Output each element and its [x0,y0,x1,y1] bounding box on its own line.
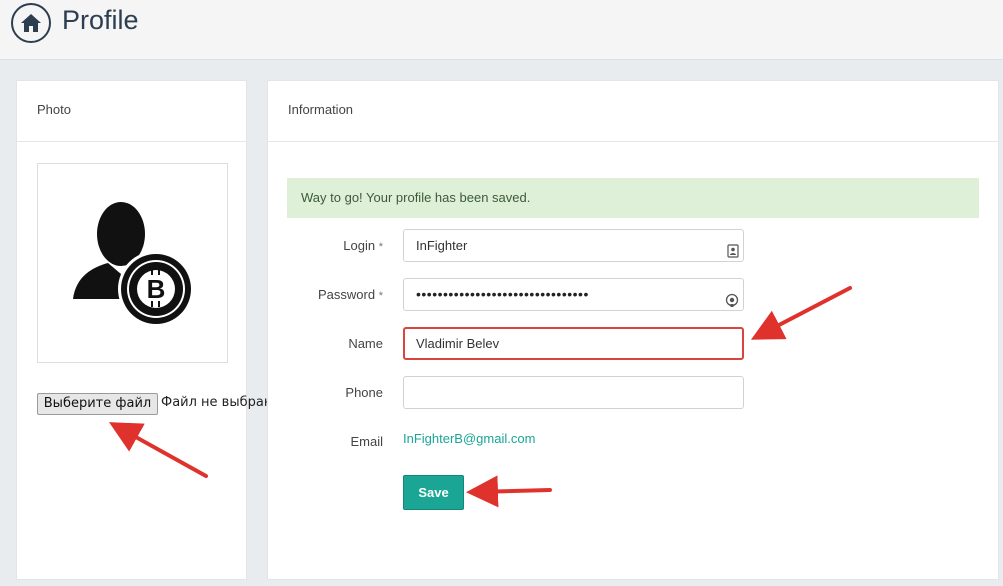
svg-text:B: B [147,274,166,304]
password-label-text: Password [318,287,376,302]
name-value: Vladimir Belev [416,336,500,351]
save-button[interactable]: Save [403,475,464,510]
top-bar: Profile [0,0,1003,60]
login-value: InFighter [416,238,468,253]
required-mark: * [378,290,383,302]
home-button[interactable] [11,3,51,43]
login-field[interactable]: InFighter [403,229,744,262]
file-status-text: Файл не выбран [161,395,273,410]
password-value: •••••••••••••••••••••••••••••••• [416,286,589,302]
photo-panel-title: Photo [17,81,246,142]
choose-file-button[interactable]: Выберите файл [37,393,158,415]
password-label: Password * [268,287,383,302]
success-alert: Way to go! Your profile has been saved. [287,178,979,218]
photo-panel: Photo B Выберите файл Файл не выбран [16,80,272,580]
login-label: Login * [268,238,383,253]
information-panel-title: Information [268,81,998,142]
phone-field[interactable] [403,376,744,409]
page-title: Profile [62,5,139,35]
information-panel: Information Way to go! Your profile has … [267,80,999,580]
avatar: B [37,163,228,363]
email-label: Email [350,434,383,449]
user-bitcoin-icon: B [73,202,194,327]
required-mark: * [378,241,383,253]
name-label: Name [348,336,383,351]
login-label-text: Login [343,238,376,253]
email-value: InFighterB@gmail.com [403,431,536,446]
eye-icon[interactable] [725,287,739,318]
phone-label: Phone [345,385,383,400]
password-field[interactable]: •••••••••••••••••••••••••••••••• [403,278,744,311]
home-icon [21,14,41,32]
name-field[interactable]: Vladimir Belev [403,327,744,360]
contact-card-icon [727,238,739,269]
